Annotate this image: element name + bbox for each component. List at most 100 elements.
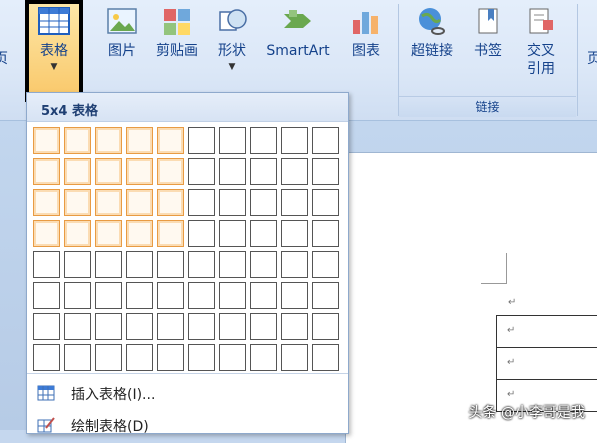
hyperlink-button[interactable]: 超链接 <box>404 6 460 60</box>
grid-cell[interactable] <box>95 282 122 309</box>
grid-cell[interactable] <box>126 313 153 340</box>
bookmark-button[interactable]: 书签 <box>466 6 510 60</box>
grid-cell[interactable] <box>126 158 153 185</box>
draw-table-menu-item[interactable]: 绘制表格(D) <box>27 411 348 439</box>
grid-cell[interactable] <box>250 158 277 185</box>
grid-cell[interactable] <box>157 344 184 371</box>
grid-cell[interactable] <box>126 127 153 154</box>
grid-cell[interactable] <box>33 158 60 185</box>
grid-cell[interactable] <box>219 189 246 216</box>
grid-cell[interactable] <box>33 344 60 371</box>
grid-cell[interactable] <box>312 189 339 216</box>
shapes-button[interactable]: 形状 ▼ <box>210 6 254 72</box>
chart-button[interactable]: 图表 <box>344 6 388 60</box>
grid-cell[interactable] <box>157 313 184 340</box>
table-row[interactable]: ↵ <box>497 348 597 380</box>
grid-cell[interactable] <box>33 189 60 216</box>
grid-cell[interactable] <box>157 251 184 278</box>
grid-cell[interactable] <box>219 158 246 185</box>
grid-cell[interactable] <box>281 127 308 154</box>
grid-cell[interactable] <box>281 220 308 247</box>
grid-cell[interactable] <box>250 189 277 216</box>
grid-cell[interactable] <box>64 251 91 278</box>
grid-cell[interactable] <box>33 220 60 247</box>
smartart-button[interactable]: SmartArt <box>260 6 336 60</box>
grid-cell[interactable] <box>64 282 91 309</box>
watermark: 头条 @小李哥是我 <box>468 405 585 421</box>
document-table[interactable]: ↵ ↵ ↵ <box>496 315 597 412</box>
grid-cell[interactable] <box>250 313 277 340</box>
grid-cell[interactable] <box>188 251 215 278</box>
paragraph-mark: ↵ <box>508 297 517 308</box>
grid-cell[interactable] <box>188 344 215 371</box>
partial-right-label: 页 <box>587 51 597 67</box>
grid-cell[interactable] <box>312 127 339 154</box>
grid-cell[interactable] <box>95 127 122 154</box>
grid-cell[interactable] <box>64 313 91 340</box>
grid-cell[interactable] <box>281 158 308 185</box>
grid-cell[interactable] <box>219 313 246 340</box>
grid-cell[interactable] <box>33 251 60 278</box>
grid-cell[interactable] <box>95 313 122 340</box>
grid-cell[interactable] <box>64 220 91 247</box>
grid-cell[interactable] <box>157 220 184 247</box>
grid-cell[interactable] <box>188 313 215 340</box>
grid-cell[interactable] <box>64 127 91 154</box>
grid-cell[interactable] <box>281 313 308 340</box>
grid-cell[interactable] <box>157 282 184 309</box>
grid-cell[interactable] <box>64 344 91 371</box>
grid-cell[interactable] <box>312 282 339 309</box>
crossref-button[interactable]: 交叉 引用 <box>516 6 566 78</box>
grid-cell[interactable] <box>250 220 277 247</box>
grid-cell[interactable] <box>95 189 122 216</box>
table-button[interactable]: 表格 ▼ <box>29 6 79 72</box>
grid-cell[interactable] <box>219 251 246 278</box>
grid-cell[interactable] <box>126 344 153 371</box>
grid-cell[interactable] <box>312 158 339 185</box>
clipart-button[interactable]: 剪贴画 <box>150 6 204 60</box>
grid-cell[interactable] <box>188 220 215 247</box>
grid-cell[interactable] <box>312 251 339 278</box>
grid-cell[interactable] <box>126 220 153 247</box>
grid-cell[interactable] <box>312 313 339 340</box>
grid-cell[interactable] <box>157 158 184 185</box>
grid-cell[interactable] <box>312 344 339 371</box>
grid-cell[interactable] <box>219 344 246 371</box>
grid-cell[interactable] <box>250 127 277 154</box>
grid-cell[interactable] <box>281 344 308 371</box>
grid-cell[interactable] <box>188 158 215 185</box>
grid-cell[interactable] <box>95 158 122 185</box>
grid-cell[interactable] <box>64 158 91 185</box>
grid-cell[interactable] <box>33 127 60 154</box>
picture-button[interactable]: 图片 <box>100 6 144 60</box>
table-row[interactable]: ↵ <box>497 316 597 348</box>
chevron-down-icon: ▼ <box>228 62 236 72</box>
grid-cell[interactable] <box>95 251 122 278</box>
grid-cell[interactable] <box>33 282 60 309</box>
grid-cell[interactable] <box>281 251 308 278</box>
grid-cell[interactable] <box>219 220 246 247</box>
insert-table-icon <box>37 385 55 401</box>
grid-cell[interactable] <box>188 282 215 309</box>
grid-cell[interactable] <box>95 220 122 247</box>
grid-cell[interactable] <box>126 189 153 216</box>
grid-cell[interactable] <box>219 282 246 309</box>
grid-cell[interactable] <box>219 127 246 154</box>
grid-cell[interactable] <box>157 127 184 154</box>
insert-table-menu-item[interactable]: 插入表格(I)... <box>27 379 348 407</box>
grid-cell[interactable] <box>250 344 277 371</box>
grid-cell[interactable] <box>250 251 277 278</box>
grid-cell[interactable] <box>33 313 60 340</box>
grid-cell[interactable] <box>188 127 215 154</box>
grid-cell[interactable] <box>312 220 339 247</box>
grid-cell[interactable] <box>95 344 122 371</box>
grid-cell[interactable] <box>64 189 91 216</box>
group-separator <box>577 4 578 116</box>
grid-cell[interactable] <box>126 251 153 278</box>
grid-cell[interactable] <box>157 189 184 216</box>
grid-cell[interactable] <box>188 189 215 216</box>
grid-cell[interactable] <box>281 282 308 309</box>
grid-cell[interactable] <box>250 282 277 309</box>
grid-cell[interactable] <box>281 189 308 216</box>
grid-cell[interactable] <box>126 282 153 309</box>
